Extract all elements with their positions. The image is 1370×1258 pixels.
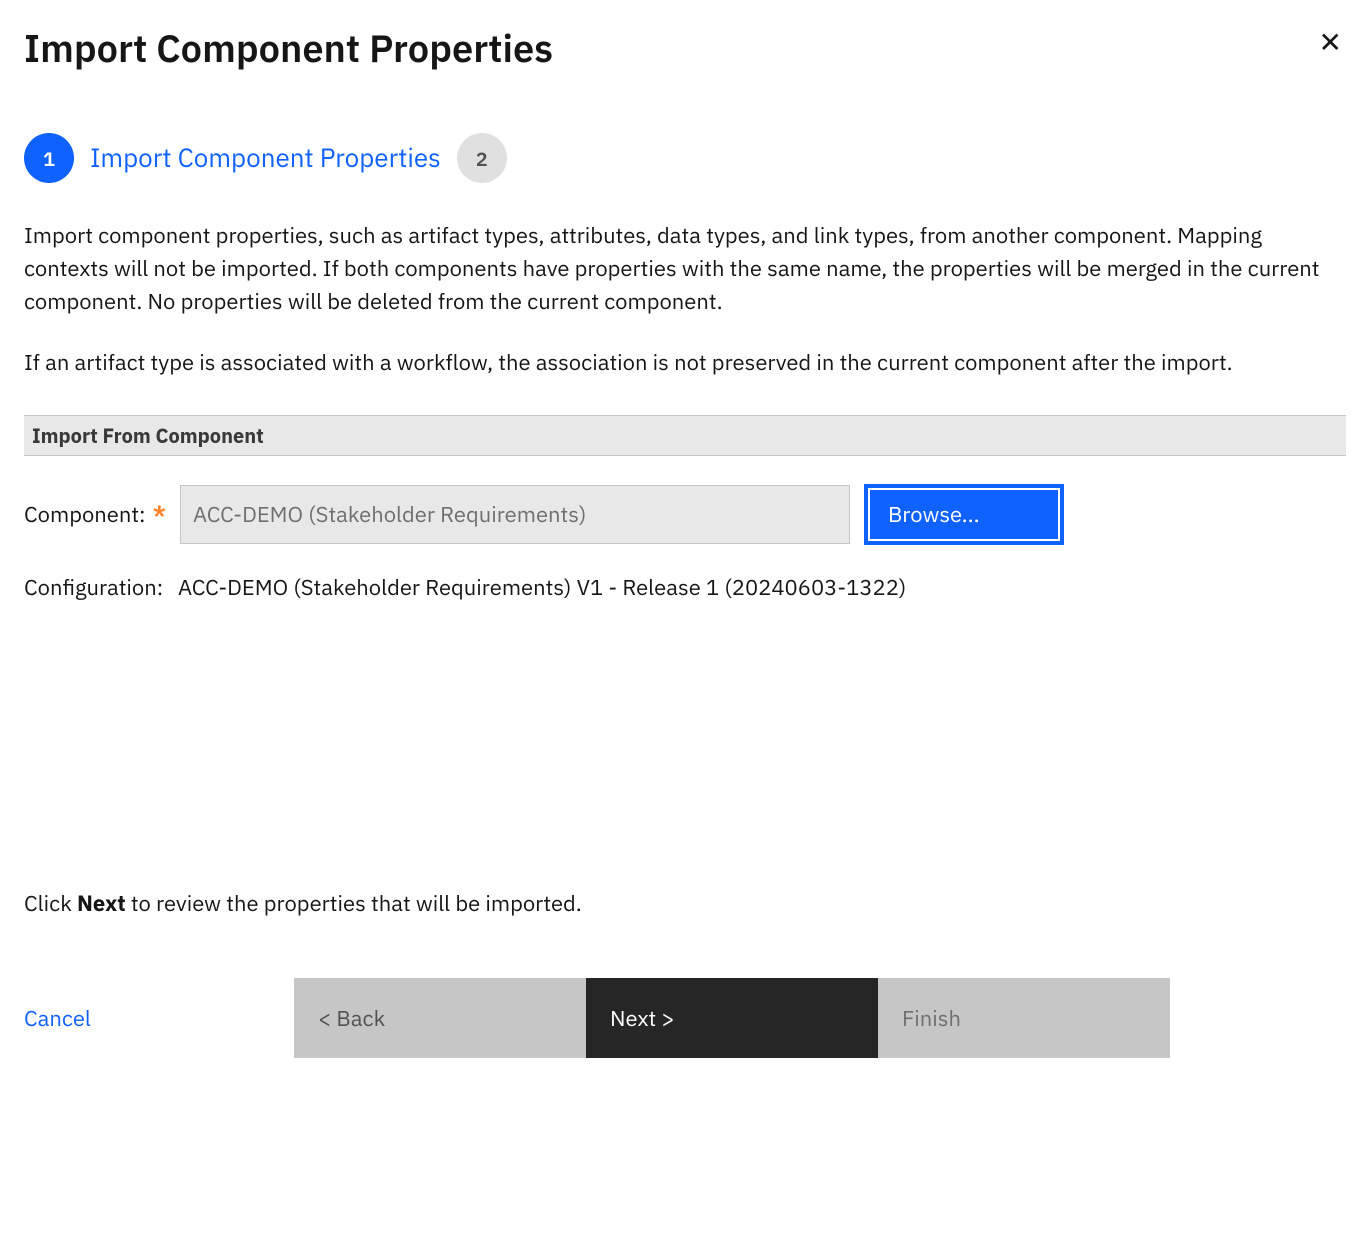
section-header-import-from: Import From Component [24,415,1346,456]
configuration-row: Configuration: ACC-DEMO (Stakeholder Req… [24,573,1346,602]
configuration-label: Configuration: [24,573,164,602]
step-1-label[interactable]: Import Component Properties [90,141,441,175]
finish-button: Finish [878,978,1170,1058]
wizard-stepper: 1 Import Component Properties 2 [24,133,1346,183]
component-input[interactable]: ACC-DEMO (Stakeholder Requirements) [180,485,850,544]
required-indicator-icon: * [153,500,166,529]
close-icon[interactable]: ✕ [1315,24,1346,60]
wizard-button-bar: Cancel < Back Next > Finish [24,978,1170,1058]
instruction-suffix: to review the properties that will be im… [126,889,582,918]
next-button[interactable]: Next > [586,978,878,1058]
instruction-bold: Next [77,889,126,918]
step-1-indicator: 1 [24,133,74,183]
configuration-value: ACC-DEMO (Stakeholder Requirements) V1 -… [178,573,906,602]
component-label-text: Component: [24,500,146,529]
instruction-prefix: Click [24,889,77,918]
instruction-text: Click Next to review the properties that… [24,889,582,918]
step-2-indicator: 2 [457,133,507,183]
browse-button[interactable]: Browse... [864,484,1064,545]
component-label: Component: * [24,500,166,529]
description-para-2: If an artifact type is associated with a… [24,346,1346,379]
back-button: < Back [294,978,586,1058]
component-row: Component: * ACC-DEMO (Stakeholder Requi… [24,484,1346,545]
description-para-1: Import component properties, such as art… [24,219,1346,318]
dialog-title: Import Component Properties [24,24,553,73]
cancel-button[interactable]: Cancel [24,978,294,1058]
dialog-header: Import Component Properties ✕ [24,24,1346,73]
